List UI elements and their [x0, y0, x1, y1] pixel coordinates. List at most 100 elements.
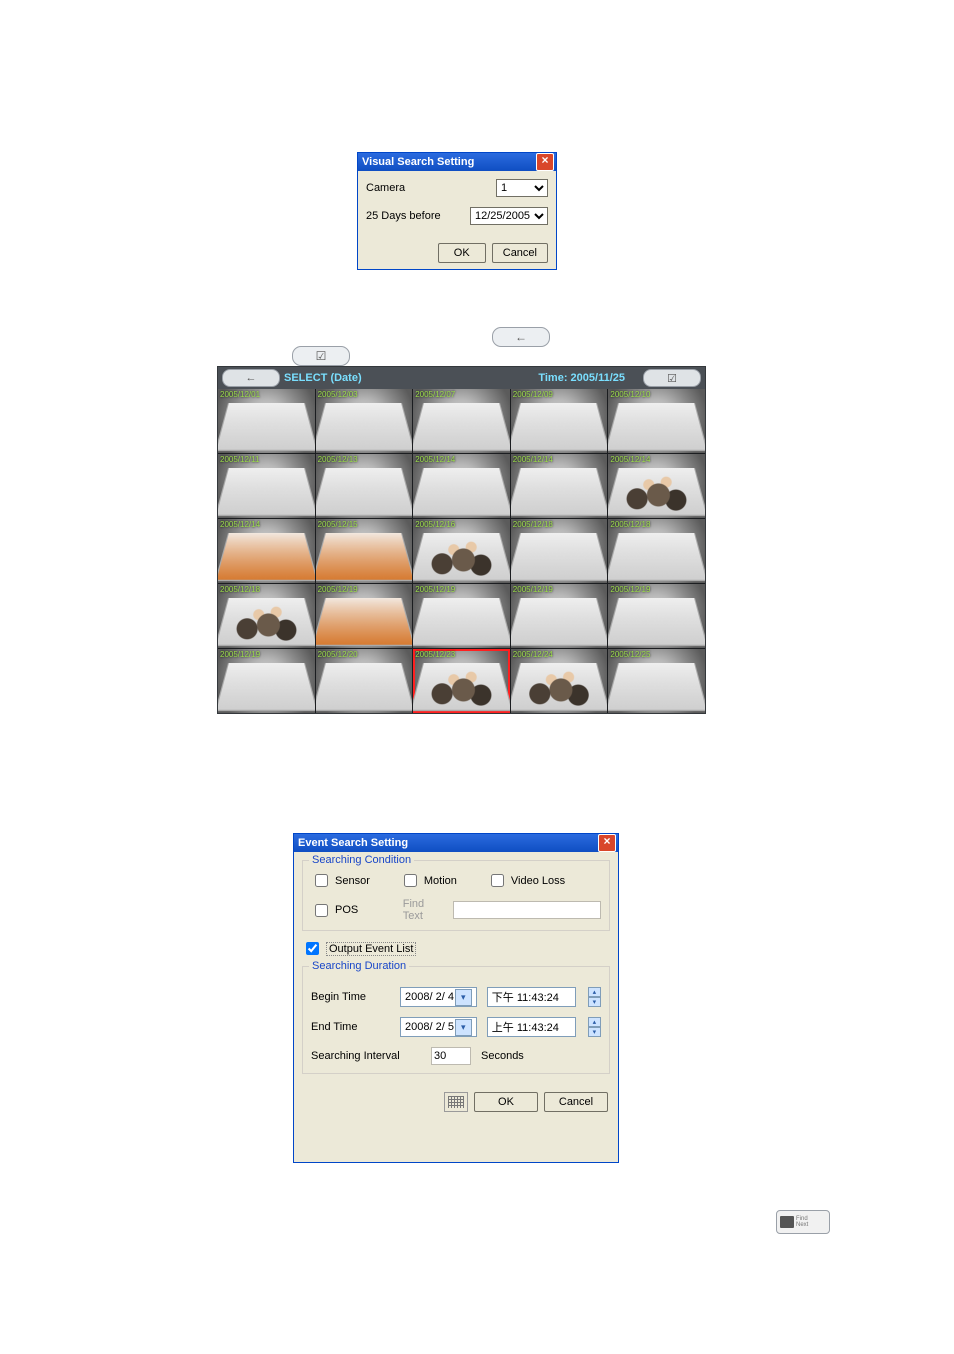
thumbnail-cell[interactable]: 2005/12/25 — [608, 649, 705, 713]
thumbnail-cell[interactable]: 2005/12/19 — [608, 584, 705, 648]
sensor-checkbox[interactable]: Sensor — [311, 871, 370, 890]
thumbnail-grid-window: ← SELECT (Date) Time: 2005/11/25 ☑ 2005/… — [217, 366, 706, 714]
thumbnail-cell[interactable]: 2005/12/18 — [608, 519, 705, 583]
ok-button[interactable]: OK — [474, 1092, 538, 1112]
thumbnail-cell[interactable]: 2005/12/24 — [511, 649, 608, 713]
back-pill-top[interactable]: ← — [492, 327, 550, 347]
checkbox-icon: ☑ — [667, 372, 677, 385]
dialog-title: Visual Search Setting — [362, 156, 474, 168]
camera-select[interactable]: 1 — [496, 179, 548, 197]
thumbnail-timestamp: 2005/12/14 — [513, 455, 553, 464]
caret-up-icon: ▴ — [588, 1017, 601, 1027]
thumbnail-cell[interactable]: 2005/12/03 — [316, 389, 413, 453]
begin-time-value: 下午 11:43:24 — [487, 987, 576, 1007]
thumbnail-cell[interactable]: 2005/12/18 — [218, 584, 315, 648]
thumbnail-cell[interactable]: 2005/12/14 — [413, 454, 510, 518]
thumbnail-timestamp: 2005/12/19 — [318, 585, 358, 594]
chevron-down-icon: ▾ — [455, 989, 472, 1006]
begin-time-label: Begin Time — [311, 991, 390, 1003]
group-title: Searching Duration — [309, 960, 409, 972]
time-label: Time: 2005/11/25 — [538, 372, 625, 384]
date-select[interactable]: 12/25/2005 — [470, 207, 548, 225]
thumbnail-cell[interactable]: 2005/12/19 — [413, 584, 510, 648]
motion-label: Motion — [424, 875, 457, 887]
output-eventlist-checkbox[interactable] — [306, 942, 319, 955]
end-time-label: End Time — [311, 1021, 390, 1033]
dialog-titlebar[interactable]: Visual Search Setting × — [358, 153, 556, 171]
thumbnail-cell[interactable]: 2005/12/09 — [511, 389, 608, 453]
ok-button[interactable]: OK — [438, 243, 486, 263]
thumbnail-timestamp: 2005/12/18 — [610, 520, 650, 529]
dialog-titlebar[interactable]: Event Search Setting × — [294, 834, 618, 852]
select-date-label: SELECT (Date) — [284, 372, 362, 384]
thumbnail-cell[interactable]: 2005/12/23 — [413, 649, 510, 713]
end-time-value: 上午 11:43:24 — [487, 1017, 576, 1037]
thumbnail-cell[interactable]: 2005/12/07 — [413, 389, 510, 453]
cancel-button[interactable]: Cancel — [492, 243, 548, 263]
find-text-label: Find Text — [403, 898, 445, 922]
dialog-title: Event Search Setting — [298, 837, 408, 849]
thumbnail-timestamp: 2005/12/10 — [610, 390, 650, 399]
thumbnail-cell[interactable]: 2005/12/19 — [218, 649, 315, 713]
thumbnail-timestamp: 2005/12/18 — [220, 585, 260, 594]
camera-label: Camera — [366, 182, 496, 194]
thumbnail-cell[interactable]: 2005/12/14 — [218, 519, 315, 583]
caret-down-icon: ▾ — [588, 997, 601, 1007]
thumbnail-timestamp: 2005/12/23 — [415, 650, 455, 659]
close-icon[interactable]: × — [536, 153, 554, 171]
thumbnail-timestamp: 2005/12/03 — [318, 390, 358, 399]
caret-up-icon: ▴ — [588, 987, 601, 997]
thumbnail-cell[interactable]: 2005/12/15 — [316, 519, 413, 583]
searching-condition-group: Searching Condition Sensor Motion Video … — [302, 860, 610, 931]
dialog-body: Camera 1 25 Days before 12/25/2005 — [358, 171, 556, 239]
thumbnail-timestamp: 2005/12/11 — [220, 455, 259, 464]
thumbnail-timestamp: 2005/12/19 — [610, 585, 650, 594]
end-time-spinner[interactable]: ▴ ▾ — [588, 1017, 601, 1037]
caret-down-icon: ▾ — [588, 1027, 601, 1037]
interval-unit: Seconds — [481, 1050, 524, 1062]
videoloss-checkbox[interactable]: Video Loss — [487, 871, 565, 890]
checkbox-pill-top[interactable]: ☑ — [292, 346, 350, 366]
thumbnail-cell[interactable]: 2005/12/14 — [511, 454, 608, 518]
thumbnail-cell[interactable]: 2005/12/19 — [316, 584, 413, 648]
thumbnail-timestamp: 2005/12/13 — [318, 455, 358, 464]
thumbnail-timestamp: 2005/12/20 — [318, 650, 358, 659]
header-back-button[interactable]: ← — [222, 369, 280, 387]
keyboard-icon[interactable] — [444, 1092, 468, 1112]
output-eventlist-label: Output Event List — [326, 942, 416, 956]
cancel-button[interactable]: Cancel — [544, 1092, 608, 1112]
thumbnail-cell[interactable]: 2005/12/16 — [413, 519, 510, 583]
end-date-picker[interactable]: 2008/ 2/ 5 ▾ — [400, 1017, 477, 1037]
thumbnail-cell[interactable]: 2005/12/20 — [316, 649, 413, 713]
days-before-label: 25 Days before — [366, 210, 470, 222]
begin-date-value: 2008/ 2/ 4 — [405, 991, 454, 1003]
thumbnail-cell[interactable]: 2005/12/10 — [608, 389, 705, 453]
thumbnail-timestamp: 2005/12/19 — [220, 650, 260, 659]
thumbnail-timestamp: 2005/12/07 — [415, 390, 455, 399]
checkbox-icon: ☑ — [316, 349, 327, 363]
visual-search-dialog: Visual Search Setting × Camera 1 25 Days… — [357, 152, 557, 270]
thumbnail-cell[interactable]: 2005/12/01 — [218, 389, 315, 453]
thumbnail-cell[interactable]: 2005/12/13 — [316, 454, 413, 518]
header-check-button[interactable]: ☑ — [643, 369, 701, 387]
end-date-value: 2008/ 2/ 5 — [405, 1021, 454, 1033]
play-next-icon — [780, 1216, 794, 1228]
thumbnail-cell[interactable]: 2005/12/18 — [511, 519, 608, 583]
thumbnail-cell[interactable]: 2005/12/14 — [608, 454, 705, 518]
thumbnail-cell[interactable]: 2005/12/11 — [218, 454, 315, 518]
thumbnail-timestamp: 2005/12/19 — [415, 585, 455, 594]
event-search-dialog: Event Search Setting × Searching Conditi… — [293, 833, 619, 1163]
find-text-input[interactable] — [453, 901, 601, 919]
begin-date-picker[interactable]: 2008/ 2/ 4 ▾ — [400, 987, 477, 1007]
thumbnail-timestamp: 2005/12/09 — [513, 390, 553, 399]
find-next-button[interactable]: Find Next — [776, 1210, 830, 1234]
thumbnail-timestamp: 2005/12/14 — [610, 455, 650, 464]
close-icon[interactable]: × — [598, 834, 616, 852]
thumbnail-timestamp: 2005/12/14 — [220, 520, 260, 529]
interval-input[interactable] — [431, 1047, 471, 1065]
pos-checkbox[interactable]: POS — [311, 901, 358, 920]
begin-time-spinner[interactable]: ▴ ▾ — [588, 987, 601, 1007]
group-title: Searching Condition — [309, 854, 414, 866]
motion-checkbox[interactable]: Motion — [400, 871, 457, 890]
thumbnail-cell[interactable]: 2005/12/19 — [511, 584, 608, 648]
